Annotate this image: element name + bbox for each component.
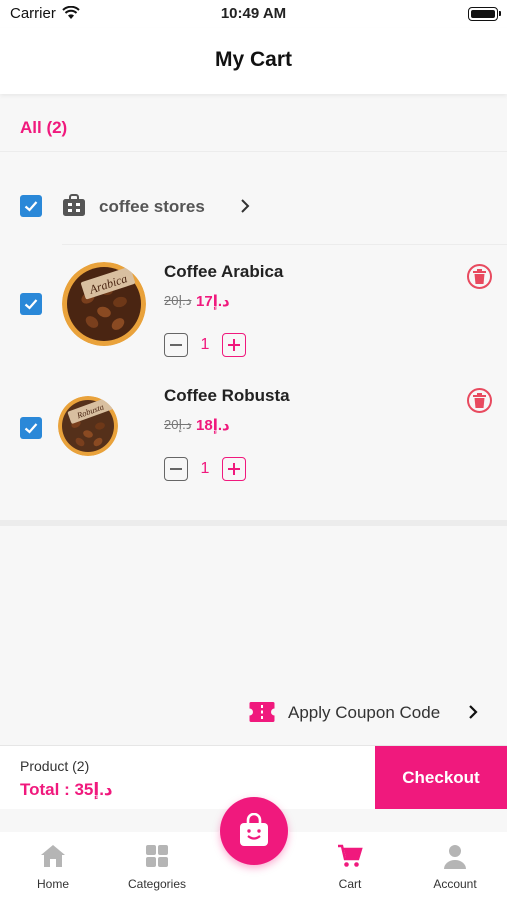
- tab-account[interactable]: Account: [404, 832, 506, 900]
- delete-item-button[interactable]: [467, 264, 492, 289]
- nav-bar: My Cart: [0, 28, 507, 94]
- account-icon: [443, 844, 467, 875]
- cart-item: Robusta Coffee Robusta 20د.إ 18د.إ 1: [0, 374, 507, 492]
- store-icon: [62, 194, 86, 222]
- delete-item-button[interactable]: [467, 388, 492, 413]
- all-filter-row: All (2): [0, 96, 507, 152]
- battery-icon: [468, 7, 501, 21]
- page-title: My Cart: [214, 48, 293, 71]
- decrease-quantity-button[interactable]: [164, 333, 188, 357]
- quantity-value: 1: [200, 336, 210, 353]
- tab-home[interactable]: Home: [2, 832, 104, 900]
- cart-total: Total : 35د.إ: [20, 780, 113, 799]
- tab-label: Account: [433, 877, 477, 891]
- store-row[interactable]: coffee stores: [0, 180, 507, 232]
- item-checkbox[interactable]: [20, 293, 42, 315]
- store-checkbox[interactable]: [20, 195, 42, 217]
- item-checkbox[interactable]: [20, 417, 42, 439]
- divider: [62, 244, 507, 245]
- sale-price: 18د.إ: [196, 417, 230, 434]
- coupon-ticket-icon: [249, 701, 275, 728]
- tab-label: Categories: [127, 877, 187, 891]
- tab-label: Home: [36, 877, 69, 891]
- increase-quantity-button[interactable]: [222, 333, 246, 357]
- tab-cart[interactable]: Cart: [299, 832, 401, 900]
- home-icon: [40, 844, 66, 873]
- apply-coupon-label: Apply Coupon Code: [288, 703, 441, 722]
- checkout-button[interactable]: Checkout: [375, 746, 507, 809]
- original-price: 20د.إ: [164, 417, 192, 432]
- shop-fab-button[interactable]: [220, 797, 288, 865]
- quantity-value: 1: [200, 460, 210, 477]
- decrease-quantity-button[interactable]: [164, 457, 188, 481]
- cart-item: Arabica Coffee Arabica 20د.إ 17د.إ 1: [0, 250, 507, 368]
- all-items-tab[interactable]: All (2): [20, 118, 67, 138]
- tab-categories[interactable]: Categories: [106, 832, 208, 900]
- categories-icon: [145, 844, 169, 873]
- product-image[interactable]: Robusta: [58, 396, 118, 456]
- product-count: Product (2): [20, 758, 90, 774]
- product-image[interactable]: Arabica: [62, 262, 146, 346]
- apply-coupon-row[interactable]: Apply Coupon Code: [0, 690, 507, 734]
- sale-price: 17د.إ: [196, 293, 230, 310]
- product-name[interactable]: Coffee Arabica: [164, 262, 283, 282]
- chevron-right-icon: [468, 704, 478, 725]
- product-name[interactable]: Coffee Robusta: [164, 386, 290, 406]
- original-price: 20د.إ: [164, 293, 192, 308]
- store-name: coffee stores: [99, 197, 205, 216]
- clock: 10:49 AM: [220, 5, 287, 22]
- chevron-right-icon: [240, 198, 250, 219]
- increase-quantity-button[interactable]: [222, 457, 246, 481]
- section-divider: [0, 520, 507, 526]
- status-bar: Carrier 10:49 AM: [0, 0, 507, 28]
- tab-label: Cart: [338, 877, 362, 891]
- cart-icon: [337, 844, 363, 873]
